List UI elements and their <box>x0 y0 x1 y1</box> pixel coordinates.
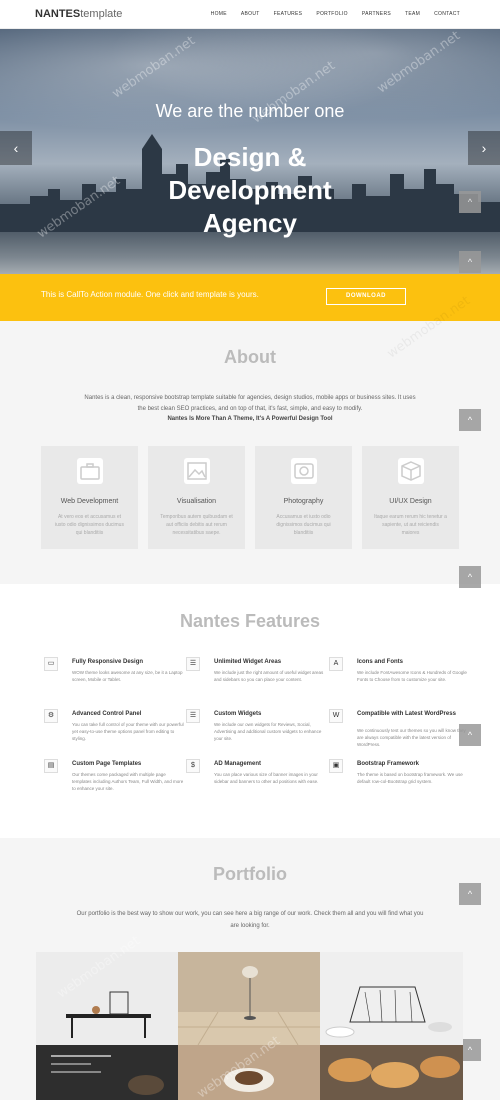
service-card-ui-ux-design[interactable]: UI/UX Design Itaque earum rerum hic tene… <box>362 446 459 549</box>
scroll-top-icon[interactable]: ^ <box>459 566 481 588</box>
feature-item: W Compatible with Latest WordPress We co… <box>329 709 469 749</box>
menu-item-features[interactable]: FEATURES <box>274 11 303 17</box>
feature-text: We include our own widgets for Reviews, … <box>214 722 322 741</box>
dollar-icon: $ <box>186 759 200 773</box>
hero-title: Design & Development Agency <box>168 142 332 238</box>
card-text: Itaque earum rerum hic tenetur a sapient… <box>374 514 447 536</box>
feature-text: You can place various size of banner ima… <box>214 772 319 784</box>
about-description: Nantes is a clean, responsive bootstrap … <box>84 395 416 412</box>
briefcase-icon <box>77 458 103 484</box>
cta-text: This is CallTo Action module. One click … <box>41 290 259 299</box>
scroll-top-icon[interactable]: ^ <box>459 191 481 213</box>
scroll-top-icon[interactable]: ^ <box>459 251 481 273</box>
scroll-top-icon[interactable]: ^ <box>459 724 481 746</box>
camera-icon <box>291 458 317 484</box>
card-title: Web Development <box>60 498 119 505</box>
menu-item-team[interactable]: TEAM <box>405 11 420 17</box>
wordpress-icon: W <box>329 709 343 723</box>
logo-bold: NANTES <box>35 8 81 20</box>
feature-text: Our themes come packaged with multiple p… <box>72 772 184 791</box>
portfolio-item-lamp[interactable] <box>178 952 320 1046</box>
menu-item-contact[interactable]: CONTACT <box>434 11 460 17</box>
feature-title: Compatible with Latest WordPress <box>357 711 456 717</box>
about-tagline: Nantes Is More Than A Theme, It's A Powe… <box>167 416 333 422</box>
card-text: Temporibus autem quibusdam et aut offici… <box>160 514 233 536</box>
menu-item-about[interactable]: ABOUT <box>241 11 260 17</box>
feature-title: Custom Widgets <box>214 711 262 717</box>
font-icon: A <box>329 657 343 671</box>
feature-item: ⚙ Advanced Control Panel You can take fu… <box>44 709 184 749</box>
service-card-web-development[interactable]: Web Development At vero eos et accusamus… <box>41 446 138 549</box>
feature-item: $ AD Management You can place various si… <box>186 759 326 799</box>
lamp-photo <box>178 952 320 1046</box>
gears-icon: ⚙ <box>44 709 58 723</box>
template-icon: ▤ <box>44 759 58 773</box>
scroll-top-icon[interactable]: ^ <box>459 883 481 905</box>
menu-item-home[interactable]: HOME <box>211 11 227 17</box>
feature-title: AD Management <box>214 761 262 767</box>
feature-text: We include just the right amount of usef… <box>214 670 324 682</box>
logo-light: template <box>80 8 123 20</box>
list-icon: ☰ <box>186 709 200 723</box>
list-icon: ☰ <box>186 657 200 671</box>
card-title: Photography <box>283 498 324 505</box>
hero-subtitle: We are the number one <box>155 101 345 121</box>
feature-title: Icons and Fonts <box>357 659 404 665</box>
card-title: Visualisation <box>176 498 217 505</box>
call-to-action-bar: This is CallTo Action module. One click … <box>0 274 500 321</box>
feature-title: Bootstrap Framework <box>357 761 420 767</box>
main-menu: HOME ABOUT FEATURES PORTFOLIO PARTNERS T… <box>211 11 460 17</box>
bootstrap-icon: ▣ <box>329 759 343 773</box>
feature-item: ▭ Fully Responsive Design WOW theme look… <box>44 657 184 697</box>
feature-title: Fully Responsive Design <box>72 659 144 665</box>
feature-title: Unlimited Widget Areas <box>214 659 282 665</box>
feature-text: We include FontAwesome Icons & Hundreds … <box>357 670 467 682</box>
feature-item: ☰ Unlimited Widget Areas We include just… <box>186 657 326 697</box>
picture-icon <box>184 458 210 484</box>
slider-next-button[interactable]: › <box>468 131 500 165</box>
service-card-photography[interactable]: Photography Accusamus et iusto odio dign… <box>255 446 352 549</box>
feature-item: A Icons and Fonts We include FontAwesome… <box>329 657 469 697</box>
portfolio-item-basket[interactable] <box>320 952 463 1045</box>
cube-icon <box>398 458 424 484</box>
features-title: Nantes Features <box>179 611 321 631</box>
about-title: About <box>224 347 276 367</box>
card-title: UI/UX Design <box>389 498 432 505</box>
feature-text: The theme is based on bootstrap framewor… <box>357 772 463 784</box>
portfolio-title: Portfolio <box>213 864 287 884</box>
scroll-top-icon[interactable]: ^ <box>459 409 481 431</box>
feature-text: WOW theme looks awesome at any size, be … <box>72 670 183 682</box>
feature-title: Custom Page Templates <box>72 761 142 767</box>
hero-sky <box>0 29 500 149</box>
feature-item: ☰ Custom Widgets We include our own widg… <box>186 709 326 749</box>
slider-prev-button[interactable]: ‹ <box>0 131 32 165</box>
portfolio-item-croissants[interactable] <box>320 1045 463 1100</box>
basket-photo <box>320 952 463 1045</box>
portfolio-item-chalkboard[interactable] <box>36 1045 178 1100</box>
croissants-photo <box>320 1045 463 1100</box>
menu-item-portfolio[interactable]: PORTFOLIO <box>316 11 348 17</box>
card-text: At vero eos et accusamus et iusto odio d… <box>55 514 124 536</box>
monitor-icon: ▭ <box>44 657 58 671</box>
feature-text: You can take full control of your theme … <box>72 722 184 741</box>
site-logo[interactable]: NANTEStemplate <box>35 8 122 20</box>
feature-text: We continuously test our themes so you w… <box>357 728 466 747</box>
feature-title: Advanced Control Panel <box>72 711 142 717</box>
service-card-visualisation[interactable]: Visualisation Temporibus autem quibusdam… <box>148 446 245 549</box>
download-button[interactable]: DOWNLOAD <box>326 288 406 305</box>
portfolio-description: Our portfolio is the best way to show ou… <box>76 911 424 929</box>
card-text: Accusamus et iusto odio dignissimos duci… <box>276 514 331 536</box>
feature-item: ▣ Bootstrap Framework The theme is based… <box>329 759 469 799</box>
feature-item: ▤ Custom Page Templates Our themes come … <box>44 759 184 799</box>
menu-item-partners[interactable]: PARTNERS <box>362 11 391 17</box>
chalkboard-photo <box>36 1045 178 1100</box>
top-navbar: NANTEStemplate HOME ABOUT FEATURES PORTF… <box>0 0 500 29</box>
